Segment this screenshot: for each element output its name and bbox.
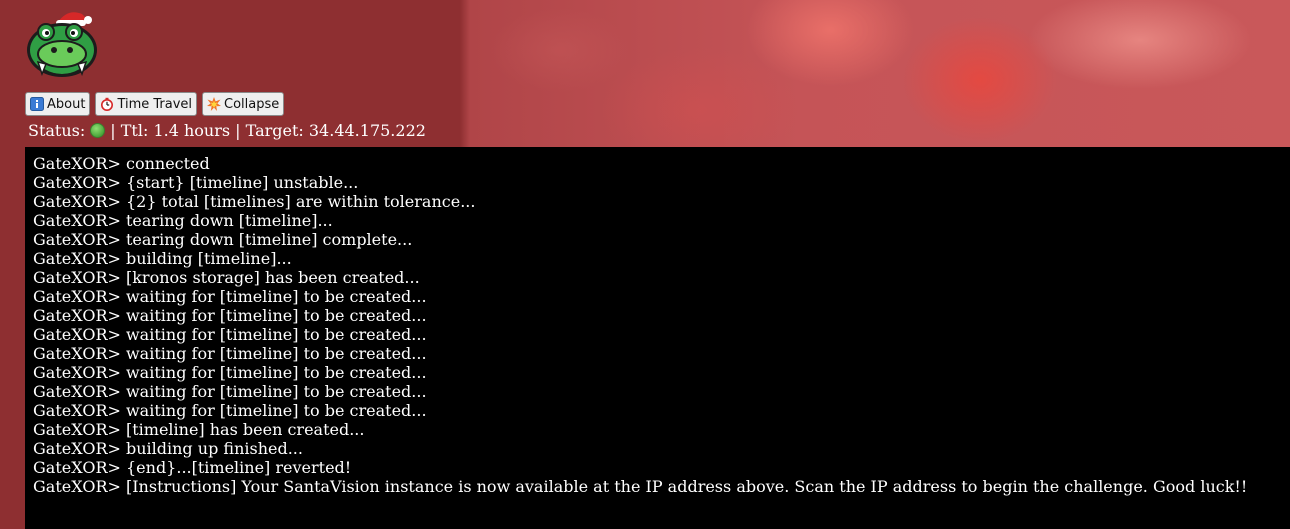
terminal-line: GateXOR> waiting for [timeline] to be cr… — [33, 382, 427, 401]
status-details: | Ttl: 1.4 hours | Target: 34.44.175.222 — [110, 121, 426, 140]
terminal-line: GateXOR> {2} total [timelines] are withi… — [33, 192, 476, 211]
terminal-line: GateXOR> [kronos storage] has been creat… — [33, 268, 420, 287]
toolbar: About Time Travel Collapse — [25, 92, 285, 116]
terminal-line: GateXOR> {end}...[timeline] reverted! — [33, 458, 352, 477]
terminal-line: GateXOR> waiting for [timeline] to be cr… — [33, 306, 427, 325]
terminal-line: GateXOR> waiting for [timeline] to be cr… — [33, 401, 427, 420]
terminal-line: GateXOR> [Instructions] Your SantaVision… — [33, 477, 1248, 496]
info-icon — [30, 97, 44, 111]
status-line: Status: | Ttl: 1.4 hours | Target: 34.44… — [28, 121, 426, 140]
terminal-output[interactable]: GateXOR> connected GateXOR> {start} [time… — [25, 147, 1290, 529]
about-label: About — [47, 96, 86, 112]
terminal-line: GateXOR> tearing down [timeline]... — [33, 211, 333, 230]
terminal-line: GateXOR> tearing down [timeline] complet… — [33, 230, 413, 249]
terminal-line: GateXOR> building up finished... — [33, 439, 303, 458]
terminal-line: GateXOR> waiting for [timeline] to be cr… — [33, 287, 427, 306]
terminal-line: GateXOR> waiting for [timeline] to be cr… — [33, 325, 427, 344]
time-travel-button[interactable]: Time Travel — [95, 92, 198, 116]
terminal-line: GateXOR> [timeline] has been created... — [33, 420, 365, 439]
collapse-label: Collapse — [224, 96, 280, 112]
time-travel-label: Time Travel — [117, 96, 193, 112]
status-indicator-icon — [90, 123, 106, 138]
crocodile-logo-icon — [24, 6, 100, 82]
terminal-line: GateXOR> waiting for [timeline] to be cr… — [33, 363, 427, 382]
terminal-line: GateXOR> {start} [timeline] unstable... — [33, 173, 359, 192]
about-button[interactable]: About — [25, 92, 91, 116]
terminal-line: GateXOR> building [timeline]... — [33, 249, 292, 268]
explosion-icon — [207, 97, 222, 111]
collapse-button[interactable]: Collapse — [202, 92, 285, 116]
status-label: Status: — [28, 121, 86, 140]
terminal-line: GateXOR> connected — [33, 154, 210, 173]
stopwatch-icon — [100, 97, 114, 111]
terminal-line: GateXOR> waiting for [timeline] to be cr… — [33, 344, 427, 363]
